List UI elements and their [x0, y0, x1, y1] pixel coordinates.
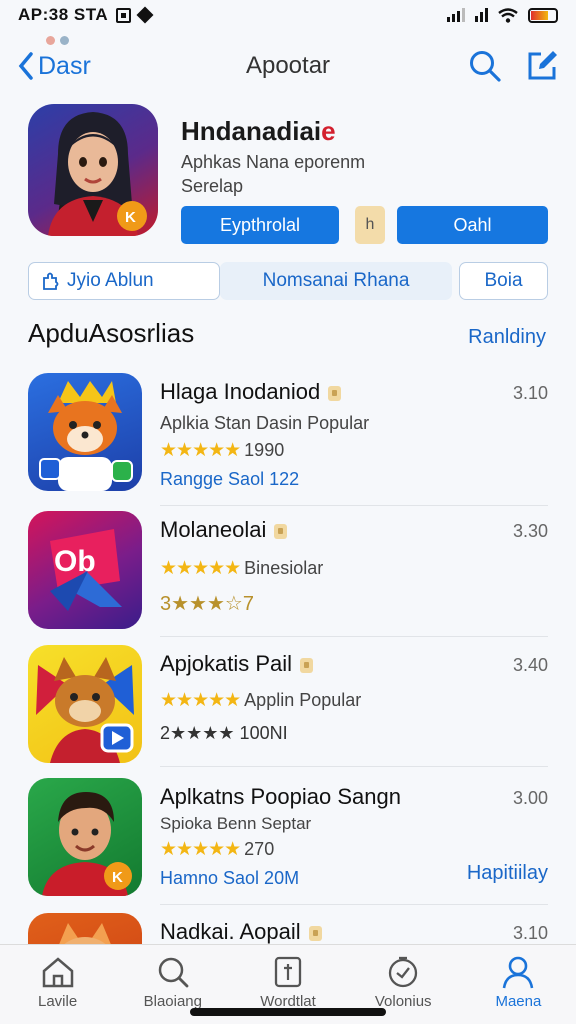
app-meta: Hamno Saol 20M — [160, 868, 300, 888]
app-version: 3.10 — [512, 383, 548, 403]
boy-app-icon: K — [28, 778, 142, 896]
divider — [160, 505, 548, 506]
bookmark-icon — [274, 956, 302, 988]
status-bar: AP:38 STA — [0, 0, 576, 30]
avatar-icon: K — [48, 112, 147, 236]
app-name: Apjokatis Pail — [160, 651, 314, 677]
featured-app-subtitle: Aphkas Nana eporenm Serelap — [181, 150, 365, 198]
page-dots — [46, 36, 69, 45]
divider — [160, 766, 548, 767]
tab-apps[interactable]: Jyio Ablun — [28, 262, 220, 300]
lock-icon — [328, 385, 342, 401]
app-name: Aplkatns Poopiao Sangn — [160, 784, 401, 809]
tab-apps-label: Jyio Ablun — [67, 270, 154, 291]
cellular-signal-2-icon — [475, 8, 488, 22]
app-meta: 2★★★★ 100NI — [160, 723, 288, 743]
timer-icon — [389, 956, 418, 988]
svg-text:Ob: Ob — [54, 545, 96, 578]
app-meta: Rangge Saol 122 — [160, 469, 300, 489]
tab-more[interactable]: Boia — [459, 262, 548, 300]
get-app-button[interactable]: Eypthrolal — [181, 206, 339, 244]
cat-app-icon — [28, 645, 142, 763]
cellular-signal-icon — [447, 8, 465, 22]
featured-app-title: Hndanadiaie — [181, 116, 336, 146]
app-version: 3.30 — [512, 521, 548, 541]
back-button[interactable]: Dasr — [18, 51, 91, 81]
chevron-left-icon — [18, 52, 33, 80]
app-version: 3.10 — [512, 923, 548, 943]
home-icon — [42, 957, 73, 988]
segment-tabs: Jyio Ablun Nomsanai Rhana Boia — [28, 262, 548, 302]
search-icon — [158, 957, 189, 988]
tab-popular[interactable]: Nomsanai Rhana — [220, 262, 452, 300]
app-description: Spioka Benn Septar — [160, 814, 312, 833]
svg-text:K: K — [125, 209, 136, 226]
star-rating-icon: ★★★★★ — [160, 839, 241, 860]
app-list-item[interactable]: Apjokatis Pail 3.40 ★★★★★ Applin Popular … — [28, 645, 548, 765]
featured-app: K Hndanadiaie Aphkas Nana eporenm Serela… — [28, 104, 548, 244]
star-rating-icon: ★★★★★ — [160, 558, 241, 579]
section-title: ApduAsosrlias — [28, 318, 195, 348]
featured-app-description: Aphkas Nana eporenm — [181, 152, 366, 172]
tab-home-label: Lavile — [38, 993, 78, 1010]
back-label: Dasr — [38, 51, 91, 80]
app-list-item[interactable]: Ob Molaneolai 3.30 ★★★★★ Binesiolar 3★★★☆… — [28, 511, 548, 631]
app-list-item[interactable]: Hlaga Inodaniod 3.10 Aplkia Stan Dasin P… — [28, 373, 548, 493]
fox-app-icon — [28, 373, 142, 491]
compose-icon[interactable] — [526, 50, 558, 82]
small-action-button[interactable]: h — [355, 206, 385, 244]
app-list-item[interactable]: Nadkai. Aopail 3.10 — [28, 913, 548, 944]
app-name: Molaneolai — [160, 517, 288, 543]
navigation-bar: Dasr Apootar — [0, 36, 576, 96]
app-version: 3.00 — [512, 788, 548, 808]
featured-app-icon[interactable]: K — [28, 104, 158, 236]
battery-icon — [528, 7, 558, 23]
star-rating-icon: ★★★★★ — [160, 690, 241, 711]
status-time: AP:38 STA — [18, 5, 109, 24]
app-category: Applin Popular — [244, 690, 362, 710]
search-icon[interactable] — [468, 49, 502, 83]
tab-profile[interactable]: Maena — [461, 945, 576, 1024]
home-indicator — [190, 1008, 386, 1016]
app-rating: ★★★★★ 270 — [160, 838, 274, 861]
location-icon — [136, 6, 154, 24]
notification-icon — [116, 7, 132, 23]
rating-count: 270 — [244, 839, 275, 859]
ribbon-app-icon: Ob — [28, 511, 142, 629]
app-version: 3.40 — [512, 655, 548, 675]
wifi-icon — [498, 7, 518, 23]
app-name: Hlaga Inodaniod — [160, 379, 342, 405]
svg-text:K: K — [112, 869, 123, 886]
featured-app-category: Serelap — [181, 176, 244, 196]
open-button[interactable]: Oahl — [397, 206, 548, 244]
lock-icon — [308, 925, 322, 941]
tab-profile-label: Maena — [495, 993, 542, 1010]
star-rating-icon: ★★★★★ — [160, 440, 241, 461]
app-rating: ★★★★★ Applin Popular — [160, 689, 361, 712]
app-rating: ★★★★★ Binesiolar — [160, 557, 323, 580]
lock-icon — [300, 657, 314, 673]
app-action-link[interactable]: Hapitiilay — [467, 862, 548, 885]
puzzle-icon — [43, 272, 59, 290]
app-category: Binesiolar — [244, 558, 324, 578]
orange-app-icon — [28, 913, 142, 944]
app-description: Aplkia Stan Dasin Popular — [160, 413, 370, 433]
see-all-link[interactable]: Ranldiny — [468, 326, 546, 349]
app-meta: 3★★★☆7 — [160, 593, 254, 615]
app-rating: ★★★★★ 1990 — [160, 439, 284, 462]
app-list-item[interactable]: K Aplkatns Poopiao Sangn 3.00 Spioka Ben… — [28, 778, 548, 898]
person-icon — [503, 956, 534, 989]
rating-count: 1990 — [244, 440, 285, 460]
lock-icon — [274, 523, 288, 539]
divider — [160, 636, 548, 637]
divider — [160, 904, 548, 905]
tab-home[interactable]: Lavile — [0, 945, 115, 1024]
app-name: Nadkai. Aopail — [160, 919, 322, 944]
